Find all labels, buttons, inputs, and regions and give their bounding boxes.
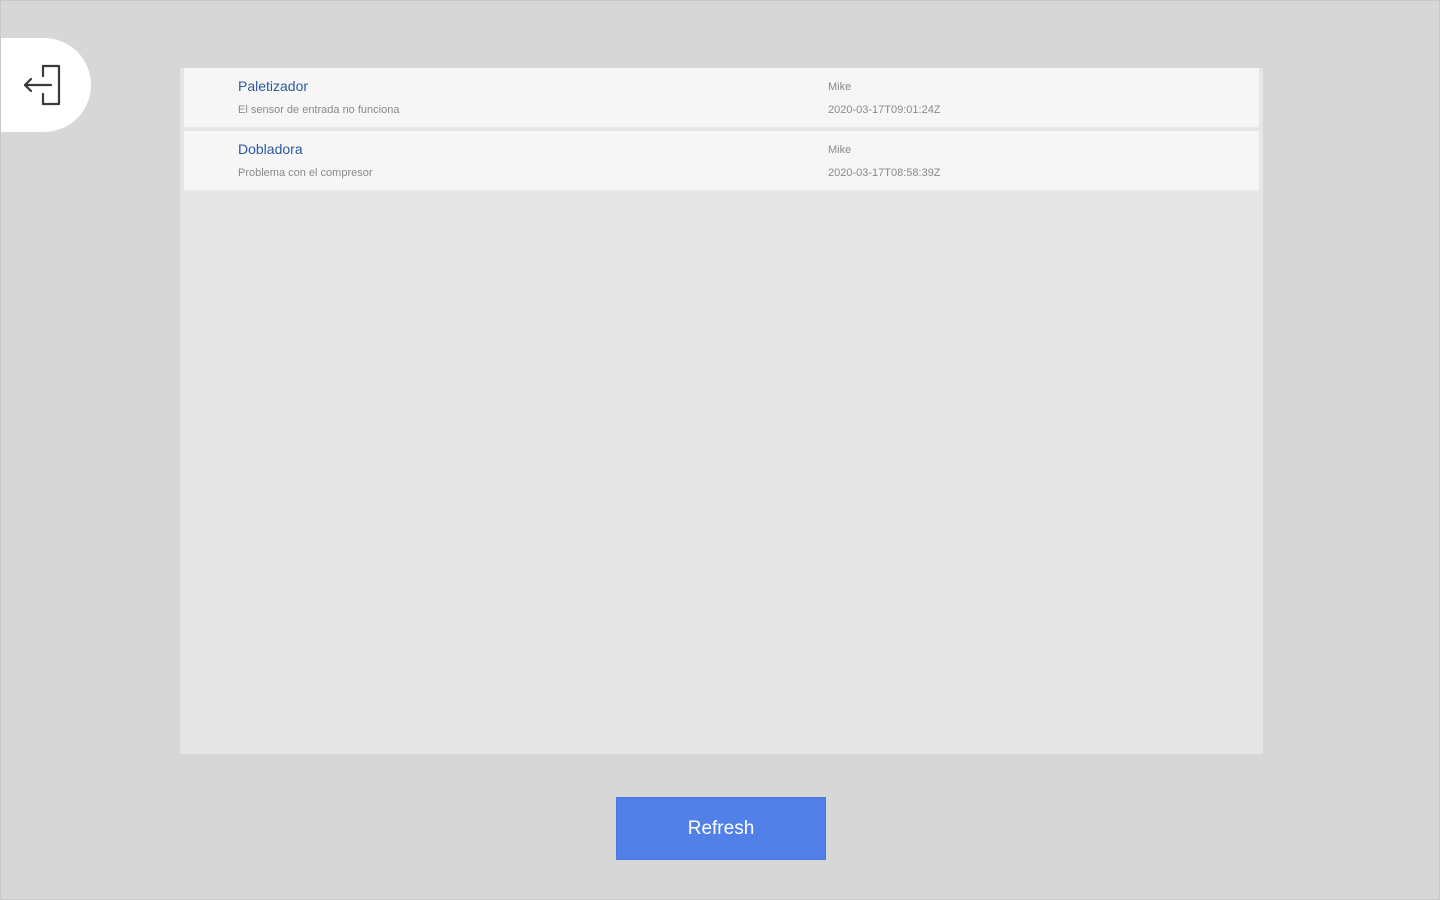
item-user: Mike — [828, 81, 852, 93]
exit-button[interactable] — [1, 38, 91, 132]
list-item[interactable]: Paletizador El sensor de entrada no func… — [184, 68, 1259, 128]
item-title: Dobladora — [238, 141, 303, 157]
logout-icon — [21, 62, 63, 108]
list-item[interactable]: Dobladora Problema con el compresor Mike… — [184, 131, 1259, 191]
refresh-button[interactable]: Refresh — [616, 797, 826, 860]
item-description: El sensor de entrada no funciona — [238, 104, 400, 116]
item-date: 2020-03-17T09:01:24Z — [828, 104, 941, 116]
app-screen: Paletizador El sensor de entrada no func… — [0, 0, 1440, 900]
item-user: Mike — [828, 144, 852, 156]
item-description: Problema con el compresor — [238, 167, 373, 179]
item-title: Paletizador — [238, 78, 309, 94]
item-date: 2020-03-17T08:58:39Z — [828, 167, 941, 179]
reports-panel: Paletizador El sensor de entrada no func… — [180, 68, 1263, 754]
